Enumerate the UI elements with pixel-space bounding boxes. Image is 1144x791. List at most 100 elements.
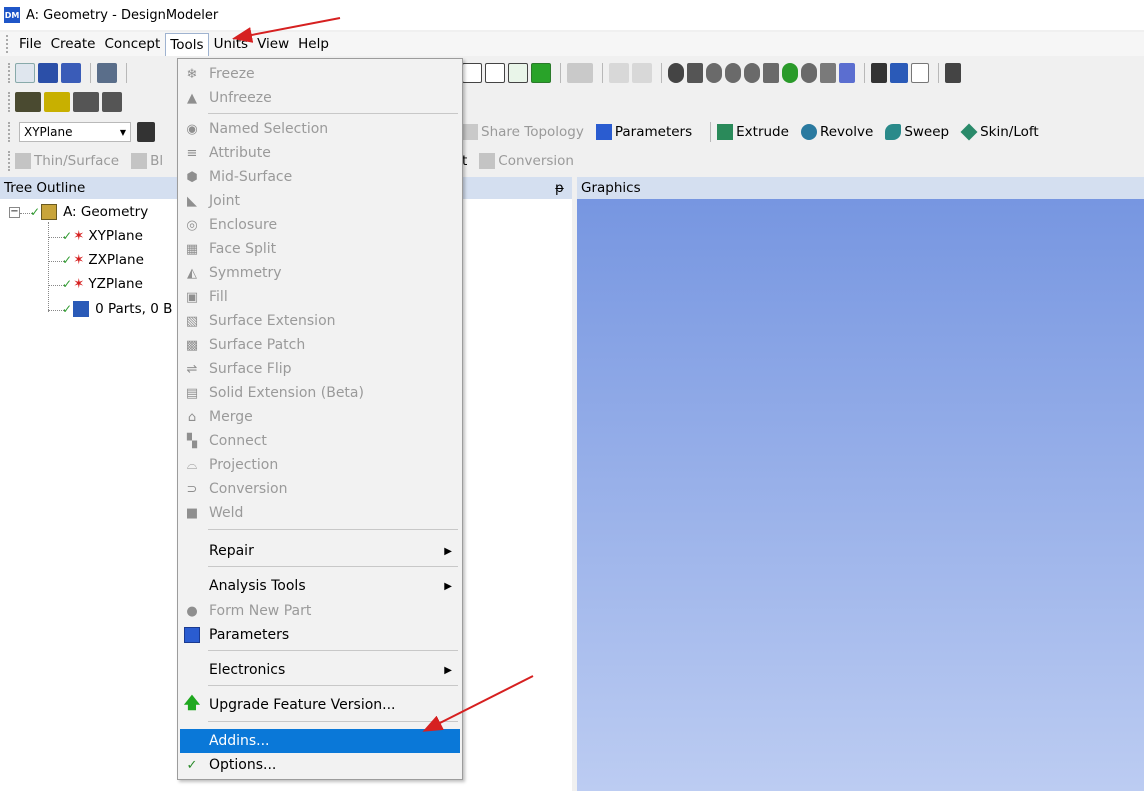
tree-item-geometry[interactable]: ✓ A: Geometry — [30, 204, 148, 220]
conversion-label: Conversion — [498, 153, 574, 169]
new-plane-icon[interactable] — [137, 122, 155, 142]
menu-item-joint[interactable]: ◣ Joint — [180, 189, 460, 213]
menu-item-named-selection[interactable]: ◉ Named Selection — [180, 117, 460, 141]
menu-item-merge[interactable]: ⌂ Merge — [180, 405, 460, 429]
menu-tools[interactable]: Tools — [165, 32, 209, 56]
revolve-icon — [800, 124, 817, 140]
tree-item-xyplane[interactable]: ✓ ✶ XYPlane — [62, 228, 143, 244]
parameters-label: Parameters — [614, 124, 693, 140]
toolbar-grip[interactable] — [8, 122, 11, 142]
triad-icon[interactable] — [871, 63, 887, 83]
zoom-in-icon[interactable] — [725, 63, 741, 83]
toolbar-grip[interactable] — [8, 63, 11, 83]
menu-item-label: Attribute — [209, 145, 271, 161]
toolbar-grip[interactable] — [8, 151, 11, 171]
graphics-panel[interactable]: Graphics — [577, 177, 1144, 791]
menu-item-parameters[interactable]: Parameters — [180, 623, 460, 647]
tree-item-parts[interactable]: ✓ 0 Parts, 0 B — [62, 301, 172, 317]
sweep-button[interactable]: Sweep — [885, 124, 949, 140]
select-face-icon[interactable] — [508, 63, 528, 83]
toolbar-grip[interactable] — [8, 92, 11, 112]
tree-item-zxplane[interactable]: ✓ ✶ ZXPlane — [62, 252, 144, 268]
save-as-icon[interactable] — [61, 63, 81, 83]
edge-join-icon[interactable] — [73, 92, 99, 112]
tools-menu: ❄ Freeze ▲ Unfreeze ◉ Named Selection ≡ Attr… — [177, 58, 463, 780]
zoom-fit-icon[interactable] — [763, 63, 779, 83]
revolve-button[interactable]: Revolve — [800, 124, 873, 140]
menu-item-connect[interactable]: ▚ Connect — [180, 429, 460, 453]
tree-collapse-icon[interactable]: − — [9, 207, 20, 218]
zoom-icon[interactable] — [706, 63, 722, 83]
menu-item-options[interactable]: ✓ Options... — [180, 753, 460, 777]
edge-color-icon[interactable] — [44, 92, 70, 112]
select-vertex-icon[interactable] — [462, 63, 482, 83]
menu-help[interactable]: Help — [294, 33, 333, 55]
thin-surface-button[interactable]: Thin/Surface — [15, 153, 119, 169]
display-point-icon[interactable] — [911, 63, 929, 83]
conversion-icon: ⊃ — [186, 481, 198, 497]
rotate-icon[interactable] — [668, 63, 684, 83]
menu-item-weld[interactable]: ■ Weld — [180, 501, 460, 525]
menu-view[interactable]: View — [253, 33, 293, 55]
save-icon[interactable] — [38, 63, 58, 83]
zoom-to-fit-icon[interactable] — [782, 63, 798, 83]
menu-item-fill[interactable]: ▣ Fill — [180, 285, 460, 309]
parameters-toolbar-button[interactable]: Parameters — [595, 124, 693, 140]
zoom-box-icon[interactable] — [744, 63, 760, 83]
menu-units[interactable]: Units — [210, 33, 253, 55]
menu-item-label: Enclosure — [209, 217, 278, 233]
menu-item-freeze[interactable]: ❄ Freeze — [180, 62, 460, 86]
menu-item-projection[interactable]: ⌓ Projection — [180, 453, 460, 477]
menu-item-face-split[interactable]: ▦ Face Split — [180, 237, 460, 261]
menu-item-solid-extension[interactable]: ▤ Solid Extension (Beta) — [180, 381, 460, 405]
look-at-icon[interactable] — [839, 63, 855, 83]
menu-item-symmetry[interactable]: ◭ Symmetry — [180, 261, 460, 285]
menu-item-upgrade-feature[interactable]: 🡅 Upgrade Feature Version... — [180, 693, 460, 717]
tree-outline-title: Tree Outline — [4, 180, 86, 196]
menu-item-surface-flip[interactable]: ⇌ Surface Flip — [180, 357, 460, 381]
menubar-grip[interactable] — [6, 35, 9, 53]
edge-style-icon[interactable] — [102, 92, 122, 112]
face-display-icon[interactable] — [15, 92, 41, 112]
pan-icon[interactable] — [687, 63, 703, 83]
select-body-icon[interactable] — [531, 63, 551, 83]
menu-item-mid-surface[interactable]: ⬢ Mid-Surface — [180, 165, 460, 189]
blend-icon — [131, 153, 148, 169]
menu-item-analysis-tools[interactable]: Analysis Tools ▶ — [180, 574, 460, 598]
extrude-button[interactable]: Extrude — [717, 124, 789, 140]
menu-item-addins[interactable]: Addins... — [180, 729, 460, 753]
undo-icon[interactable] — [133, 63, 139, 83]
selection-mode-icon[interactable] — [567, 63, 593, 83]
plane-icon: ✶ — [73, 252, 85, 268]
extend-selection-icon[interactable] — [609, 63, 629, 83]
clear-selection-icon[interactable] — [632, 63, 652, 83]
menu-item-label: Options... — [209, 757, 277, 773]
menu-item-electronics[interactable]: Electronics ▶ — [180, 658, 460, 682]
menu-file[interactable]: File — [15, 33, 46, 55]
menu-item-surface-extension[interactable]: ▧ Surface Extension — [180, 309, 460, 333]
display-model-icon[interactable] — [890, 63, 908, 83]
blend-button[interactable]: Bl — [131, 153, 163, 169]
menu-item-conversion[interactable]: ⊃ Conversion — [180, 477, 460, 501]
menu-item-repair[interactable]: Repair ▶ — [180, 539, 460, 563]
menu-item-attribute[interactable]: ≡ Attribute — [180, 141, 460, 165]
menu-item-enclosure[interactable]: ◎ Enclosure — [180, 213, 460, 237]
menu-concept[interactable]: Concept — [100, 33, 164, 55]
menu-item-form-new-part[interactable]: ● Form New Part — [180, 599, 460, 623]
pin-icon[interactable]: ᵽ — [555, 180, 564, 196]
share-topology-button[interactable]: Share Topology — [462, 124, 584, 140]
skin-loft-button[interactable]: Skin/Loft — [960, 123, 1039, 141]
menu-item-unfreeze[interactable]: ▲ Unfreeze — [180, 86, 460, 110]
menu-item-label: Surface Extension — [209, 313, 336, 329]
camera-icon[interactable] — [97, 63, 117, 83]
menu-item-surface-patch[interactable]: ▩ Surface Patch — [180, 333, 460, 357]
select-edge-icon[interactable] — [485, 63, 505, 83]
tree-item-yzplane[interactable]: ✓ ✶ YZPlane — [62, 276, 143, 292]
new-icon[interactable] — [15, 63, 35, 83]
conversion-toolbar-button[interactable]: Conversion — [479, 153, 574, 169]
plane-dropdown[interactable]: XYPlane ▼ — [19, 122, 131, 142]
display-edge-icon[interactable] — [945, 63, 961, 83]
iso-view-icon[interactable] — [820, 63, 836, 83]
menu-create[interactable]: Create — [47, 33, 100, 55]
magnifier-icon[interactable] — [801, 63, 817, 83]
